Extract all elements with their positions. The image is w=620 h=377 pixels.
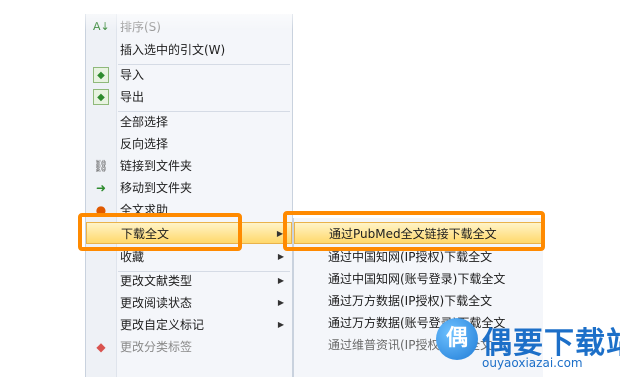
submenu-item-wanfang-ip[interactable]: 通过万方数据(IP授权)下载全文 bbox=[294, 290, 542, 312]
watermark-logo-icon: 偶 bbox=[436, 318, 478, 360]
submenu-arrow-icon: ▶ bbox=[277, 320, 284, 329]
menu-item-change-category-tag[interactable]: ◆ 更改分类标签 bbox=[86, 336, 292, 358]
submenu-arrow-icon: ▶ bbox=[277, 276, 284, 285]
submenu-item-cnki-account[interactable]: 通过中国知网(账号登录)下载全文 bbox=[294, 268, 542, 290]
import-icon: ◆ bbox=[93, 67, 109, 83]
context-menu: A↓ 排序(S) 插入选中的引文(W) ◆ 导入 ◆ 导出 全部选择 反向选择 … bbox=[85, 14, 293, 377]
menu-item-invert-selection[interactable]: 反向选择 bbox=[86, 133, 292, 155]
watermark: 偶 偶要下载站 ouyaoxiazai.com bbox=[436, 318, 620, 377]
callout-highlight-pubmed bbox=[283, 211, 545, 251]
move-icon: ➜ bbox=[95, 181, 107, 195]
menu-item-import[interactable]: ◆ 导入 bbox=[86, 64, 292, 86]
menu-item-change-read-status[interactable]: 更改阅读状态 ▶ bbox=[86, 292, 292, 314]
watermark-url: ouyaoxiazai.com bbox=[482, 356, 583, 370]
tag-icon: ◆ bbox=[96, 340, 106, 354]
menu-item-export[interactable]: ◆ 导出 bbox=[86, 86, 292, 108]
top-fade bbox=[0, 0, 620, 30]
menu-item-insert-citation[interactable]: 插入选中的引文(W) bbox=[86, 39, 292, 61]
menu-item-link-to-folder[interactable]: ⛓ 链接到文件夹 bbox=[86, 155, 292, 177]
export-icon: ◆ bbox=[93, 89, 109, 105]
submenu-arrow-icon: ▶ bbox=[277, 298, 284, 307]
menu-item-move-to-folder[interactable]: ➜ 移动到文件夹 bbox=[86, 177, 292, 199]
menu-item-change-doc-type[interactable]: 更改文献类型 ▶ bbox=[86, 270, 292, 292]
menu-item-select-all[interactable]: 全部选择 bbox=[86, 111, 292, 133]
menu-item-change-custom-mark[interactable]: 更改自定义标记 ▶ bbox=[86, 314, 292, 336]
link-icon: ⛓ bbox=[93, 159, 109, 173]
callout-highlight-download bbox=[78, 213, 242, 251]
